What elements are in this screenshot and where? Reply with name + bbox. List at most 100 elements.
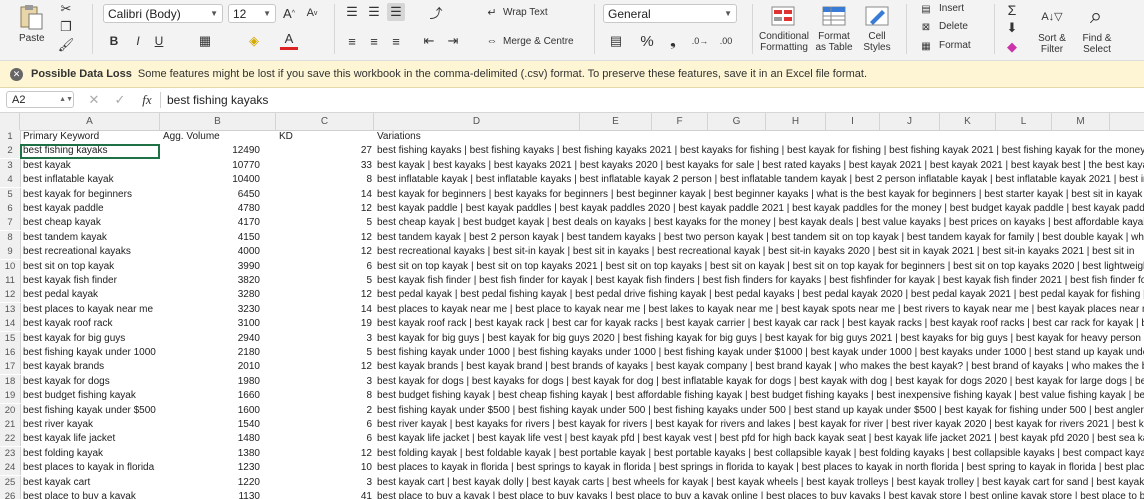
cell-variations[interactable]: best sit on top kayak | best sit on top …	[375, 260, 1144, 274]
cell-keyword[interactable]: best kayak brands	[21, 360, 160, 374]
cell-kd[interactable]: 12	[277, 288, 374, 302]
cell-volume[interactable]: 4780	[161, 202, 262, 216]
cell-variations[interactable]: best kayak paddle | best kayak paddles |…	[375, 202, 1144, 216]
align-bottom-icon[interactable]: ☰	[387, 3, 405, 21]
row-number[interactable]: 21	[0, 418, 21, 432]
cell-variations[interactable]: best kayak | best kayaks | best kayaks 2…	[375, 159, 1144, 173]
cell-volume[interactable]: 6450	[161, 188, 262, 202]
cell-variations[interactable]: best recreational kayaks | best sit-in k…	[375, 245, 1144, 259]
clipboard-icon[interactable]	[14, 3, 48, 31]
cell-variations[interactable]: best kayak for beginners | best kayaks f…	[375, 188, 1144, 202]
italic-icon[interactable]: I	[130, 32, 146, 50]
orientation-icon[interactable]: ⤴	[425, 3, 447, 21]
cell-keyword[interactable]: best tandem kayak	[21, 231, 160, 245]
cell-volume[interactable]: 3230	[161, 303, 262, 317]
cell-keyword[interactable]: best folding kayak	[21, 447, 160, 461]
find-select-button[interactable]: Find & Select	[1080, 33, 1114, 55]
format-button[interactable]: Format	[939, 40, 971, 51]
formula-input[interactable]: best fishing kayaks	[167, 93, 268, 107]
row-number[interactable]: 10	[0, 259, 21, 274]
row-number[interactable]: 14	[0, 317, 21, 332]
align-center-icon[interactable]: ≡	[365, 32, 383, 50]
conditional-formatting-button[interactable]: Conditional Formatting	[758, 31, 810, 53]
cell-volume[interactable]: Agg. Volume	[161, 130, 276, 144]
indent-decrease-icon[interactable]: ⇤	[420, 32, 438, 50]
cell-variations[interactable]: best kayak life jacket | best kayak life…	[375, 432, 1144, 446]
cell-keyword[interactable]: best sit on top kayak	[21, 260, 160, 274]
format-cells-icon[interactable]: ▦	[918, 39, 934, 53]
column-header-g[interactable]: G	[708, 113, 766, 130]
cell-volume[interactable]: 1220	[161, 476, 262, 490]
cell-variations[interactable]: best budget fishing kayak | best cheap f…	[375, 389, 1144, 403]
cell-variations[interactable]: best kayak fish finder | best fish finde…	[375, 274, 1144, 288]
cell-keyword[interactable]: best place to buy a kayak	[21, 490, 160, 499]
cell-keyword[interactable]: best kayak roof rack	[21, 317, 160, 331]
cell-kd[interactable]: 3	[277, 375, 374, 389]
cell-variations[interactable]: best places to kayak near me | best plac…	[375, 303, 1144, 317]
column-header-b[interactable]: B	[160, 113, 276, 130]
underline-icon[interactable]: U	[151, 32, 167, 50]
conditional-formatting-icon[interactable]	[766, 4, 800, 28]
cell-volume[interactable]: 1380	[161, 447, 262, 461]
cell-variations[interactable]: best pedal kayak | best pedal fishing ka…	[375, 288, 1144, 302]
cell-keyword[interactable]: best pedal kayak	[21, 288, 160, 302]
column-header-l[interactable]: L	[996, 113, 1052, 130]
cancel-icon[interactable]: ✕	[86, 91, 102, 108]
autosum-icon[interactable]: Σ	[1004, 2, 1020, 18]
cell-volume[interactable]: 3820	[161, 274, 262, 288]
row-number[interactable]: 4	[0, 173, 21, 188]
cell-keyword[interactable]: best fishing kayak under 1000	[21, 346, 160, 360]
row-number[interactable]: 22	[0, 432, 21, 447]
cell-kd[interactable]: 8	[277, 173, 374, 187]
cell-volume[interactable]: 1230	[161, 461, 262, 475]
row-number[interactable]: 24	[0, 461, 21, 476]
indent-increase-icon[interactable]: ⇥	[444, 32, 462, 50]
search-icon[interactable]: ⌕	[1082, 2, 1110, 30]
cell-kd[interactable]: 3	[277, 332, 374, 346]
format-as-table-icon[interactable]	[819, 4, 849, 28]
cell-kd[interactable]: 2	[277, 404, 374, 418]
cell-keyword[interactable]: best kayak for dogs	[21, 375, 160, 389]
row-number[interactable]: 23	[0, 446, 21, 461]
cell-variations[interactable]: best kayak roof rack | best kayak rack |…	[375, 317, 1144, 331]
cell-kd[interactable]: 19	[277, 317, 374, 331]
cell-kd[interactable]: 5	[277, 346, 374, 360]
cell-keyword[interactable]: best cheap kayak	[21, 216, 160, 230]
delete-cells-icon[interactable]: ⊠	[918, 20, 934, 34]
enter-icon[interactable]: ✓	[112, 91, 128, 108]
cell-variations[interactable]: best kayak cart | best kayak dolly | bes…	[375, 476, 1144, 490]
row-number[interactable]: 3	[0, 158, 21, 173]
fill-color-icon[interactable]: ◈	[244, 32, 264, 50]
percent-icon[interactable]: %	[638, 32, 656, 50]
align-right-icon[interactable]: ≡	[387, 32, 405, 50]
cell-keyword[interactable]: best kayak paddle	[21, 202, 160, 216]
fill-down-icon[interactable]: ⬇	[1004, 20, 1020, 36]
row-number[interactable]: 9	[0, 245, 21, 260]
column-header-c[interactable]: C	[276, 113, 374, 130]
borders-icon[interactable]: ▦	[195, 32, 215, 50]
cell-keyword[interactable]: best inflatable kayak	[21, 173, 160, 187]
cell-variations[interactable]: best folding kayak | best foldable kayak…	[375, 447, 1144, 461]
row-number[interactable]: 20	[0, 403, 21, 418]
increase-decimal-icon[interactable]: .0→	[690, 32, 710, 50]
cell-kd[interactable]: 10	[277, 461, 374, 475]
cell-volume[interactable]: 3990	[161, 260, 262, 274]
cell-keyword[interactable]: best kayak cart	[21, 476, 160, 490]
column-header-e[interactable]: E	[580, 113, 652, 130]
cell-kd[interactable]: 12	[277, 447, 374, 461]
cell-volume[interactable]: 10770	[161, 159, 262, 173]
row-number[interactable]: 12	[0, 288, 21, 303]
cell-kd[interactable]: 12	[277, 202, 374, 216]
cell-variations[interactable]: best cheap kayak | best budget kayak | b…	[375, 216, 1144, 230]
align-left-icon[interactable]: ≡	[343, 32, 361, 50]
row-number[interactable]: 7	[0, 216, 21, 231]
merge-icon[interactable]: ⇔	[484, 33, 500, 49]
active-cell[interactable]	[20, 144, 160, 160]
format-as-table-button[interactable]: Format as Table	[812, 31, 856, 53]
sort-filter-icon[interactable]: A↓▽	[1037, 4, 1067, 28]
cell-volume[interactable]: 2180	[161, 346, 262, 360]
delete-button[interactable]: Delete	[939, 21, 968, 32]
cell-variations[interactable]: best river kayak | best kayaks for river…	[375, 418, 1144, 432]
cell-volume[interactable]: 3280	[161, 288, 262, 302]
row-number[interactable]: 16	[0, 346, 21, 360]
